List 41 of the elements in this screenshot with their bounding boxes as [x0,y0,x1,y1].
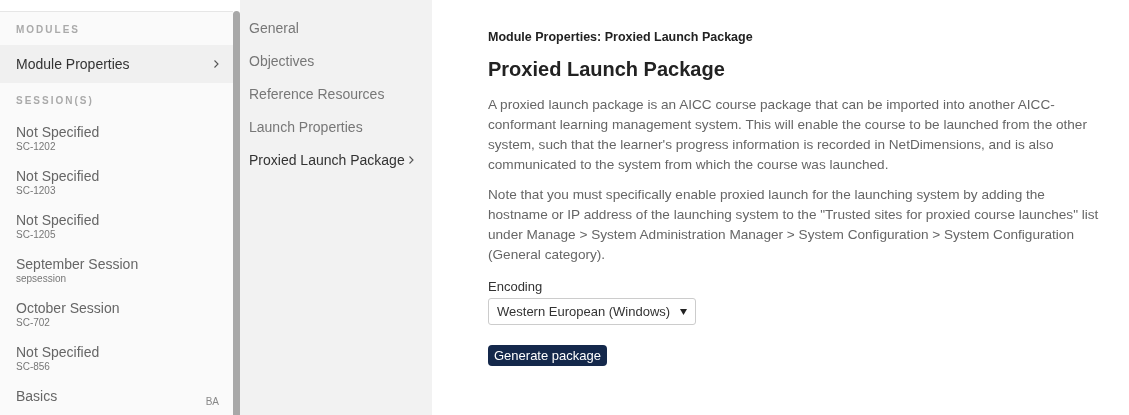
sidebar-item[interactable]: October Session SC-702 [0,292,233,336]
nav-item[interactable]: Objectives [240,45,432,78]
item-title: Basics [16,388,59,404]
generate-button[interactable]: Generate package [488,345,607,366]
nav-item[interactable]: Proxied Launch Package [240,144,432,177]
nav-item[interactable]: General [240,12,432,45]
sidebar-item[interactable]: September Session sepsession [0,248,233,292]
item-code: sepsession [16,273,68,284]
item-title: Not Specified [16,344,101,360]
chevron-icon [409,156,414,164]
chevron-icon [214,60,219,68]
nav-item[interactable]: Reference Resources [240,78,432,111]
item-title: October Session [16,300,121,316]
sidebar-item[interactable]: Basics BA [0,380,233,415]
section-heading: MODULES [15,23,81,37]
item-code: SC-1202 [16,141,57,152]
nav-item[interactable]: Launch Properties [240,111,432,144]
sidebar-item[interactable]: Not Specified SC-856 [0,336,233,380]
paragraph: Note that you must specifically enable proxied launch for the launching system by adding the hostname or IP address of the launching system to the "Trusted sites for proxied course launches" list under Manage > System Administration Manager > System Configuration > System Configuration (General category). [488,186,1099,264]
field-label: Encoding [488,279,544,294]
item-title: Not Specified [16,124,101,140]
item-code: SC-1205 [16,229,57,240]
item-code: SC-856 [16,361,51,372]
item-title: Not Specified [16,168,101,184]
sidebar-item[interactable]: Module Properties [0,45,233,83]
item-abbreviation: BA [205,396,219,407]
scrollbar[interactable] [233,11,240,415]
encoding-select[interactable]: Western European (Windows) [488,298,697,325]
item-title: September Session [16,256,140,272]
breadcrumb: Module Properties: Proxied Launch Package [488,30,754,44]
item-code: SC-702 [16,317,51,328]
paragraph: A proxied launch package is an AICC course package that can be imported into another AICC-conformant learning management system. This will enable the course to be launched from the other system, such that the learner's progress information is recorded in NetDimensions, and is also communicated to the system from which the course was launched. [488,96,1088,174]
page-title: Proxied Launch Package [488,58,726,81]
item-title: Not Specified [16,212,101,228]
item-title: Module Properties [16,56,131,72]
caret-icon [680,308,688,315]
sidebar-item[interactable]: Not Specified SC-1205 [0,204,233,248]
section-heading: SESSION(S) [15,94,95,108]
item-code: SC-1203 [16,185,57,196]
sidebar-item[interactable]: Not Specified SC-1202 [0,116,233,160]
sidebar-item[interactable]: Not Specified SC-1203 [0,160,233,204]
